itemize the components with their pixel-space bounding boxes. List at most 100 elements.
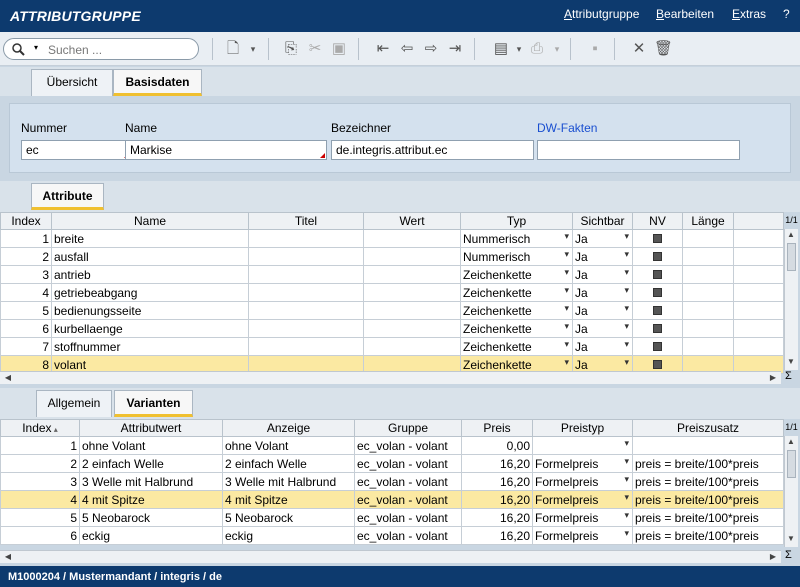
table-row[interactable]: 1 ohne Volant ohne Volant ec_volan - volant…: [0, 436, 784, 455]
bezeichner-field[interactable]: de.integris.attribut.ec: [331, 140, 534, 160]
scroll-up-icon[interactable]: ▲: [785, 436, 797, 448]
cell-preiszusatz[interactable]: preis = breite/100*preis: [632, 490, 784, 509]
dwfakten-field[interactable]: [537, 140, 740, 160]
preistyp-dropdown[interactable]: Formelpreis: [532, 490, 633, 509]
new-document-icon[interactable]: 🗋: [224, 40, 242, 58]
scroll-left-icon[interactable]: ◀: [2, 372, 14, 384]
cell-gruppe[interactable]: ec_volan - volant: [354, 454, 462, 473]
tab-varianten[interactable]: Varianten: [114, 390, 193, 417]
cell-titel[interactable]: [248, 229, 364, 248]
column-header-preiszusatz[interactable]: Preiszusatz: [632, 419, 784, 437]
cell-anzeige[interactable]: ohne Volant: [222, 436, 355, 455]
column-header-nv[interactable]: NV: [632, 212, 683, 230]
cell-attributwert[interactable]: eckig: [79, 526, 223, 545]
nv-checkbox[interactable]: [653, 251, 662, 261]
typ-dropdown[interactable]: Zeichenkette: [460, 337, 573, 356]
cell-name[interactable]: getriebeabgang: [51, 283, 249, 302]
cell-gruppe[interactable]: ec_volan - volant: [354, 490, 462, 509]
dwfakten-link[interactable]: DW-Fakten: [537, 121, 597, 135]
column-header-name[interactable]: Name: [51, 212, 249, 230]
cell-wert[interactable]: [363, 265, 461, 284]
preistyp-dropdown[interactable]: [532, 436, 633, 455]
var-horizontal-scrollbar[interactable]: ◀ ▶: [0, 550, 781, 563]
cell-attributwert[interactable]: 2 einfach Welle: [79, 454, 223, 473]
cell-wert[interactable]: [363, 337, 461, 356]
column-header-wert[interactable]: Wert: [363, 212, 461, 230]
cell-anzeige[interactable]: 2 einfach Welle: [222, 454, 355, 473]
table-row[interactable]: 33 Welle mit Halbrund 3 Welle mit Halbrun…: [0, 472, 784, 491]
report-icon[interactable]: ▤: [492, 40, 510, 58]
cell-laenge[interactable]: [682, 283, 734, 302]
cell-attributwert[interactable]: 5 Neobarock: [79, 508, 223, 527]
nv-checkbox[interactable]: [653, 287, 662, 297]
cell-preis[interactable]: 16,20: [461, 472, 533, 491]
typ-dropdown[interactable]: Zeichenkette: [460, 265, 573, 284]
cell-laenge[interactable]: [682, 229, 734, 248]
cell-attributwert[interactable]: 3 Welle mit Halbrund: [79, 472, 223, 491]
column-header-preis[interactable]: Preis: [461, 419, 533, 437]
scroll-right-icon[interactable]: ▶: [767, 372, 779, 384]
cell-titel[interactable]: [248, 247, 364, 266]
table-row[interactable]: 22 einfach Welle 2 einfach Welle ec_volan …: [0, 454, 784, 473]
cell-preis[interactable]: 0,00: [461, 436, 533, 455]
sichtbar-dropdown[interactable]: Ja: [572, 229, 633, 248]
cell-titel[interactable]: [248, 283, 364, 302]
typ-dropdown[interactable]: Zeichenkette: [460, 301, 573, 320]
report-dropdown-icon[interactable]: ▾: [510, 40, 528, 58]
cell-titel[interactable]: [248, 265, 364, 284]
cell-name[interactable]: bedienungsseite: [51, 301, 249, 320]
scroll-right-icon[interactable]: ▶: [767, 551, 779, 563]
preistyp-dropdown[interactable]: Formelpreis: [532, 508, 633, 527]
table-row[interactable]: 6 eckig eckig ec_volan - volant 16,20 Formelp…: [0, 526, 784, 545]
cell-wert[interactable]: [363, 229, 461, 248]
sichtbar-dropdown[interactable]: Ja: [572, 247, 633, 266]
column-header-laenge[interactable]: Länge: [682, 212, 734, 230]
column-header-titel[interactable]: Titel: [248, 212, 364, 230]
column-header-typ[interactable]: Typ: [460, 212, 573, 230]
cell-name[interactable]: stoffnummer: [51, 337, 249, 356]
cell-preis[interactable]: 16,20: [461, 508, 533, 527]
last-record-icon[interactable]: ⇥: [446, 40, 464, 58]
column-header-preistyp[interactable]: Preistyp: [532, 419, 633, 437]
search-icon[interactable]: [11, 42, 25, 56]
search-input[interactable]: Suchen ...: [48, 43, 102, 57]
first-record-icon[interactable]: ⇤: [374, 40, 392, 58]
cell-name[interactable]: ausfall: [51, 247, 249, 266]
typ-dropdown[interactable]: Zeichenkette: [460, 319, 573, 338]
cell-anzeige[interactable]: 3 Welle mit Halbrund: [222, 472, 355, 491]
typ-dropdown[interactable]: Nummerisch: [460, 229, 573, 248]
var-sum-icon[interactable]: Σ: [785, 549, 792, 561]
column-header-sichtbar[interactable]: Sichtbar: [572, 212, 633, 230]
cell-preiszusatz[interactable]: [632, 436, 784, 455]
cell-gruppe[interactable]: ec_volan - volant: [354, 508, 462, 527]
table-row[interactable]: 6kurbellaenge ZeichenketteJa: [0, 319, 784, 338]
var-vertical-scrollbar[interactable]: ▲ ▼: [784, 436, 798, 547]
table-row[interactable]: 7stoffnummer ZeichenketteJa: [0, 337, 784, 356]
previous-record-icon[interactable]: ⇦: [398, 40, 416, 58]
attr-horizontal-scrollbar[interactable]: ◀ ▶: [0, 371, 781, 384]
cell-gruppe[interactable]: ec_volan - volant: [354, 526, 462, 545]
nv-checkbox[interactable]: [653, 305, 662, 315]
cell-laenge[interactable]: [682, 337, 734, 356]
nv-checkbox[interactable]: [653, 233, 662, 243]
scroll-thumb[interactable]: [787, 450, 796, 478]
preistyp-dropdown[interactable]: Formelpreis: [532, 454, 633, 473]
typ-dropdown[interactable]: Zeichenkette: [460, 283, 573, 302]
menu-attributgruppe[interactable]: Attributgruppe: [564, 7, 639, 21]
sichtbar-dropdown[interactable]: Ja: [572, 319, 633, 338]
cell-laenge[interactable]: [682, 301, 734, 320]
tab-attribute[interactable]: Attribute: [31, 183, 104, 210]
nv-checkbox[interactable]: [653, 341, 662, 351]
tab-basisdaten[interactable]: Basisdaten: [113, 69, 202, 96]
cell-wert[interactable]: [363, 301, 461, 320]
copy-icon[interactable]: ⎘: [282, 40, 300, 58]
close-icon[interactable]: ✕: [630, 40, 648, 58]
scroll-up-icon[interactable]: ▲: [785, 229, 797, 241]
table-row[interactable]: 2ausfall NummerischJa: [0, 247, 784, 266]
delete-icon[interactable]: 🗑: [654, 40, 673, 58]
cell-titel[interactable]: [248, 301, 364, 320]
cell-wert[interactable]: [363, 283, 461, 302]
cell-attributwert[interactable]: ohne Volant: [79, 436, 223, 455]
menu-extras[interactable]: Extras: [732, 7, 766, 21]
typ-dropdown[interactable]: Nummerisch: [460, 247, 573, 266]
